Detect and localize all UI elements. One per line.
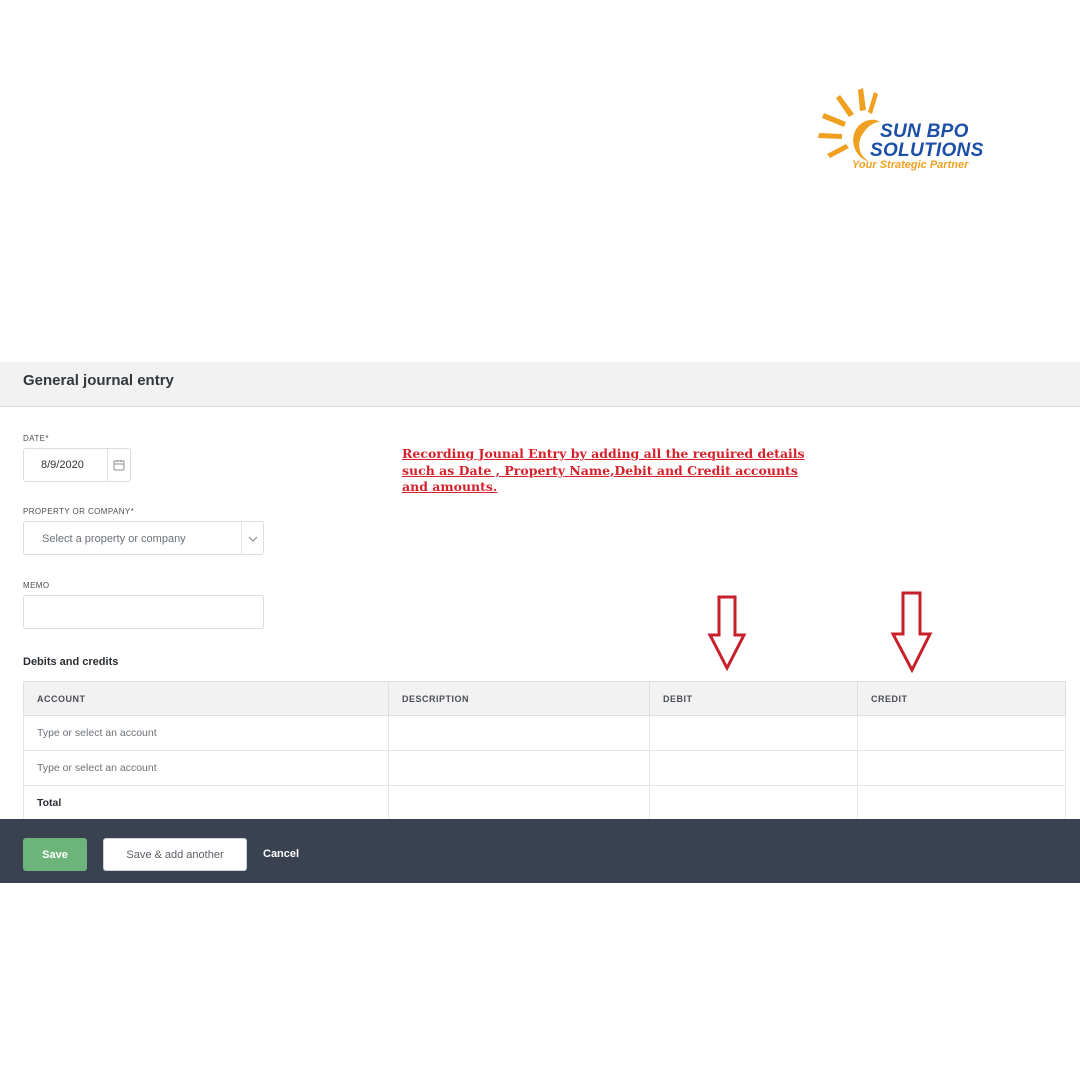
property-label-text: PROPERTY OR COMPANY bbox=[23, 507, 131, 516]
property-select-divider bbox=[241, 522, 242, 554]
footer-action-bar: Save Save & add another Cancel bbox=[0, 819, 1080, 883]
save-and-add-another-button[interactable]: Save & add another bbox=[103, 838, 247, 871]
arrow-down-icon-credit bbox=[890, 591, 933, 673]
column-header-debit: DEBIT bbox=[649, 681, 858, 716]
table-row: Type or select an account bbox=[23, 750, 1066, 786]
column-header-credit: CREDIT bbox=[857, 681, 1066, 716]
calendar-icon[interactable] bbox=[113, 459, 125, 471]
debits-credits-title: Debits and credits bbox=[23, 656, 119, 668]
total-row: Total bbox=[23, 785, 1066, 821]
property-label: PROPERTY OR COMPANY* bbox=[23, 507, 134, 516]
memo-label: MEMO bbox=[23, 581, 50, 590]
credit-input[interactable] bbox=[857, 715, 1066, 751]
logo-line-2: SOLUTIONS bbox=[870, 140, 984, 161]
credit-input[interactable] bbox=[857, 750, 1066, 786]
annotation-text: Recording Jounal Entry by adding all the… bbox=[402, 446, 805, 494]
column-header-account: ACCOUNT bbox=[23, 681, 389, 716]
date-required-mark: * bbox=[45, 434, 49, 443]
logo-line-1: SUN BPO bbox=[880, 121, 969, 142]
date-divider bbox=[107, 449, 108, 481]
date-field[interactable]: 8/9/2020 bbox=[23, 448, 131, 482]
table-row: Type or select an account bbox=[23, 715, 1066, 751]
total-label: Total bbox=[23, 785, 389, 821]
memo-input[interactable] bbox=[23, 595, 264, 629]
total-debit-cell bbox=[649, 785, 858, 821]
total-credit-cell bbox=[857, 785, 1066, 821]
save-button[interactable]: Save bbox=[23, 838, 87, 871]
description-input[interactable] bbox=[388, 750, 650, 786]
account-input[interactable]: Type or select an account bbox=[23, 750, 389, 786]
debit-input[interactable] bbox=[649, 750, 858, 786]
chevron-down-icon[interactable] bbox=[247, 533, 259, 545]
property-select[interactable]: Select a property or company bbox=[23, 521, 264, 555]
arrow-down-icon-debit bbox=[707, 595, 747, 671]
date-label: DATE* bbox=[23, 434, 49, 443]
cancel-button[interactable]: Cancel bbox=[263, 848, 299, 860]
date-value[interactable]: 8/9/2020 bbox=[41, 459, 84, 471]
page-header: General journal entry bbox=[0, 362, 1080, 407]
account-input[interactable]: Type or select an account bbox=[23, 715, 389, 751]
page-title: General journal entry bbox=[23, 372, 174, 389]
property-required-mark: * bbox=[130, 507, 135, 516]
debits-credits-table: ACCOUNT DESCRIPTION DEBIT CREDIT Type or… bbox=[23, 681, 1066, 821]
description-input[interactable] bbox=[388, 715, 650, 751]
debit-input[interactable] bbox=[649, 715, 858, 751]
column-header-description: DESCRIPTION bbox=[388, 681, 650, 716]
table-header-row: ACCOUNT DESCRIPTION DEBIT CREDIT bbox=[23, 681, 1066, 716]
date-label-text: DATE bbox=[23, 434, 46, 443]
property-select-placeholder: Select a property or company bbox=[42, 533, 186, 545]
logo-tagline: Your Strategic Partner bbox=[852, 159, 969, 171]
sun-bpo-logo: SUN BPO SOLUTIONS Your Strategic Partner bbox=[814, 86, 984, 176]
total-description-cell bbox=[388, 785, 650, 821]
